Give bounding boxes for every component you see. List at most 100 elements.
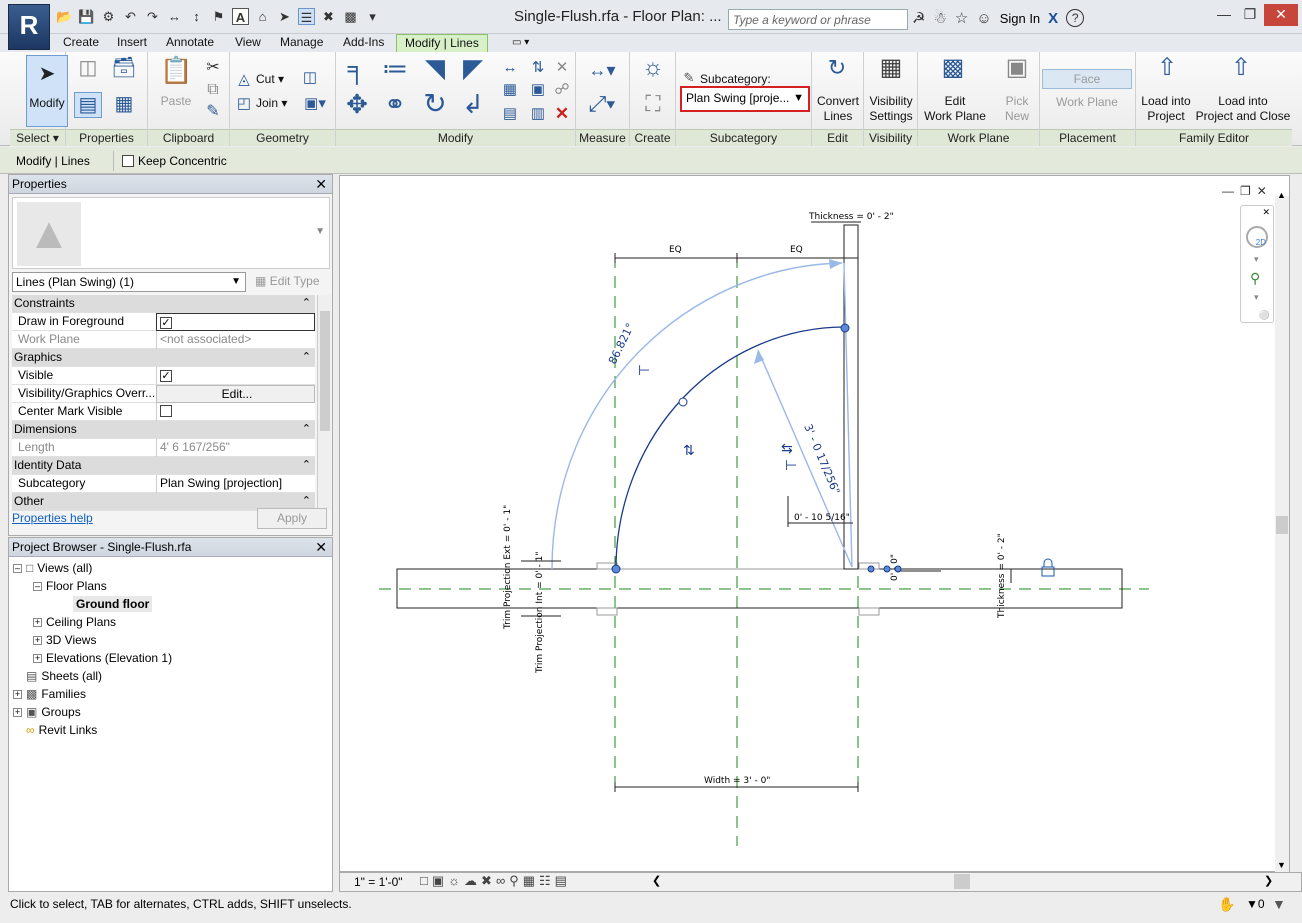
vg-edit-button[interactable]: Edit... — [156, 385, 315, 403]
close-icon[interactable]: ✕ — [1264, 4, 1298, 26]
save-icon[interactable]: 💾 — [78, 8, 95, 25]
close-view-icon[interactable]: ✕ — [1257, 184, 1267, 198]
tree-item-3d-views[interactable]: +3D Views — [33, 632, 96, 648]
type-properties-icon[interactable]: ▦ — [110, 92, 138, 116]
tree-item-ground-floor[interactable]: Ground floor — [73, 596, 153, 612]
edit-work-plane-button[interactable]: Edit Work Plane — [920, 94, 990, 124]
tree-item-elevations[interactable]: + Elevations (Elevation 1) — [33, 650, 172, 666]
tree-item-groups[interactable]: + ▣ Groups — [13, 704, 81, 720]
vertical-scrollbar[interactable]: ▲ ▼ — [1275, 190, 1289, 872]
properties-help-link[interactable]: Properties help — [12, 511, 93, 525]
exchange-apps-icon[interactable]: X — [1048, 10, 1058, 27]
split-face-icon[interactable]: ▣▾ — [300, 92, 330, 116]
chevron-down-icon[interactable]: ▾ — [1254, 292, 1259, 303]
expand-icon[interactable]: + — [33, 654, 42, 663]
subcategory-dropdown[interactable]: Plan Swing [proje... ▼ — [680, 86, 810, 112]
tree-item-views[interactable]: – □ Views (all) — [13, 560, 92, 576]
collapse-icon[interactable]: ⌃ — [302, 349, 311, 366]
collapse-icon[interactable]: – — [13, 564, 22, 573]
delete-icon[interactable]: ✕ — [550, 102, 574, 126]
press-drag-icon[interactable]: ✋ — [1218, 893, 1235, 915]
steering-wheel-icon[interactable]: 2D — [1246, 226, 1268, 248]
load-and-close-icon[interactable]: ⇧ — [1226, 56, 1256, 80]
tab-create[interactable]: Create — [63, 34, 99, 52]
cut-button[interactable]: Cut ▾ — [256, 72, 284, 87]
tree-item-ceiling-plans[interactable]: + Ceiling Plans — [33, 614, 116, 630]
binoculars-icon[interactable]: ☭ — [912, 9, 925, 27]
application-menu-button[interactable]: R — [8, 4, 50, 50]
tag-icon[interactable]: ⚑ — [210, 8, 227, 25]
type-selector[interactable]: Lines (Plan Swing) (1) ▼ — [12, 272, 246, 292]
view-control-icons[interactable]: □▣☼☁✖∞⚲▦☷▤ — [420, 873, 571, 889]
minimize-icon[interactable]: — — [1212, 4, 1236, 26]
draw-foreground-checkbox[interactable]: ✓ — [160, 317, 172, 329]
tab-manage[interactable]: Manage — [280, 34, 323, 52]
wall-joins-icon[interactable]: ◫ — [300, 66, 320, 90]
mirror-axis-icon[interactable]: ◥ — [420, 55, 450, 81]
load-into-project-button[interactable]: Load into Project — [1136, 94, 1196, 124]
trim-single-icon[interactable]: ▥ — [526, 102, 550, 126]
close-icon[interactable]: ✕ — [315, 175, 327, 193]
text-icon[interactable]: A — [232, 8, 249, 25]
tab-add-ins[interactable]: Add-Ins — [343, 34, 384, 52]
close-icon[interactable]: ✕ — [315, 538, 327, 556]
3d-view-icon[interactable]: ⌂ — [254, 8, 271, 25]
properties-scrollbar[interactable] — [317, 295, 331, 509]
select-dropdown[interactable]: Select ▾ — [10, 129, 65, 146]
group-constraints[interactable]: Constraints ⌃ — [12, 295, 315, 313]
scroll-down-icon[interactable]: ▼ — [1277, 860, 1286, 870]
collapse-icon[interactable]: ⌃ — [302, 457, 311, 474]
floor-plan-drawing[interactable]: ⇅ ⇆ ⊢ ⊢ EQ EQ Thickness = 0' - 2" Width … — [340, 176, 1290, 872]
collapse-icon[interactable]: ⌃ — [302, 421, 311, 438]
expand-icon[interactable]: + — [13, 708, 22, 717]
convert-lines-button[interactable]: Convert Lines — [812, 94, 864, 124]
expand-icon[interactable]: + — [33, 618, 42, 627]
scroll-left-icon[interactable]: ❮ — [652, 874, 661, 887]
family-category-icon[interactable]: 🗃 — [110, 56, 138, 80]
section-icon[interactable]: ➤ — [276, 8, 293, 25]
qat-dropdown-icon[interactable]: ▾ — [364, 8, 381, 25]
move-icon[interactable]: ✥ — [342, 91, 372, 117]
tab-insert[interactable]: Insert — [117, 34, 147, 52]
group-graphics[interactable]: Graphics ⌃ — [12, 349, 315, 367]
help-icon[interactable]: ? — [1066, 9, 1085, 27]
selection-filter-icon[interactable]: ▼0 — [1246, 893, 1265, 915]
tree-item-revit-links[interactable]: ∞ Revit Links — [26, 722, 97, 738]
edit-work-plane-icon[interactable]: ▩ — [938, 56, 968, 80]
mirror-draw-icon[interactable]: ◤ — [458, 55, 488, 81]
scale-icon[interactable]: ▣ — [526, 78, 550, 102]
tree-item-floor-plans[interactable]: – Floor Plans — [33, 578, 107, 594]
close-hidden-icon[interactable]: ✖ — [320, 8, 337, 25]
zoom-region-icon[interactable]: ⚲ — [1250, 270, 1260, 287]
sign-in-link[interactable]: Sign In — [1000, 11, 1040, 26]
tree-item-families[interactable]: + ▩ Families — [13, 686, 86, 702]
redo-icon[interactable]: ↷ — [144, 8, 161, 25]
scroll-right-icon[interactable]: ❯ — [1264, 874, 1273, 887]
tab-modify-lines[interactable]: Modify | Lines — [396, 34, 488, 52]
trim-extend-icon[interactable]: ↲ — [458, 91, 488, 117]
aligned-dimension-icon[interactable]: ⤢▾ — [582, 92, 622, 116]
center-mark-checkbox[interactable] — [160, 405, 172, 417]
match-type-icon[interactable]: ✎ — [202, 100, 224, 124]
cut-clipboard-icon[interactable]: ✂ — [202, 56, 224, 80]
chevron-down-icon[interactable]: ▾ — [1254, 254, 1259, 265]
drawing-canvas[interactable]: ⇅ ⇆ ⊢ ⊢ EQ EQ Thickness = 0' - 2" Width … — [339, 175, 1290, 872]
visible-checkbox[interactable]: ✓ — [160, 370, 172, 382]
expand-icon[interactable]: + — [13, 690, 22, 699]
trim-multiple-icon[interactable]: ▤ — [498, 102, 522, 126]
dimension-icon[interactable]: ↕ — [188, 8, 205, 25]
switch-windows-icon[interactable]: ▩ — [342, 8, 359, 25]
group-dimensions[interactable]: Dimensions ⌃ — [12, 421, 315, 439]
create-similar-icon[interactable]: ☼ — [638, 56, 668, 80]
view-scale[interactable]: 1" = 1'-0" — [354, 875, 403, 889]
offset-icon[interactable]: ≔ — [380, 55, 410, 81]
load-and-close-button[interactable]: Load into Project and Close — [1194, 94, 1292, 124]
favorites-star-icon[interactable]: ☆ — [955, 9, 968, 27]
modify-button[interactable]: ➤ Modify — [26, 55, 68, 127]
subcategory-value[interactable]: Plan Swing [projection] — [156, 475, 315, 493]
filter-icon[interactable]: ▼ — [1272, 893, 1286, 915]
split-gap-icon[interactable]: ⇅ — [526, 56, 550, 80]
align-icon[interactable]: ╕ — [342, 55, 372, 81]
tree-item-sheets[interactable]: ▤ Sheets (all) — [26, 668, 102, 684]
properties-palette-icon[interactable]: ▤ — [74, 92, 102, 118]
